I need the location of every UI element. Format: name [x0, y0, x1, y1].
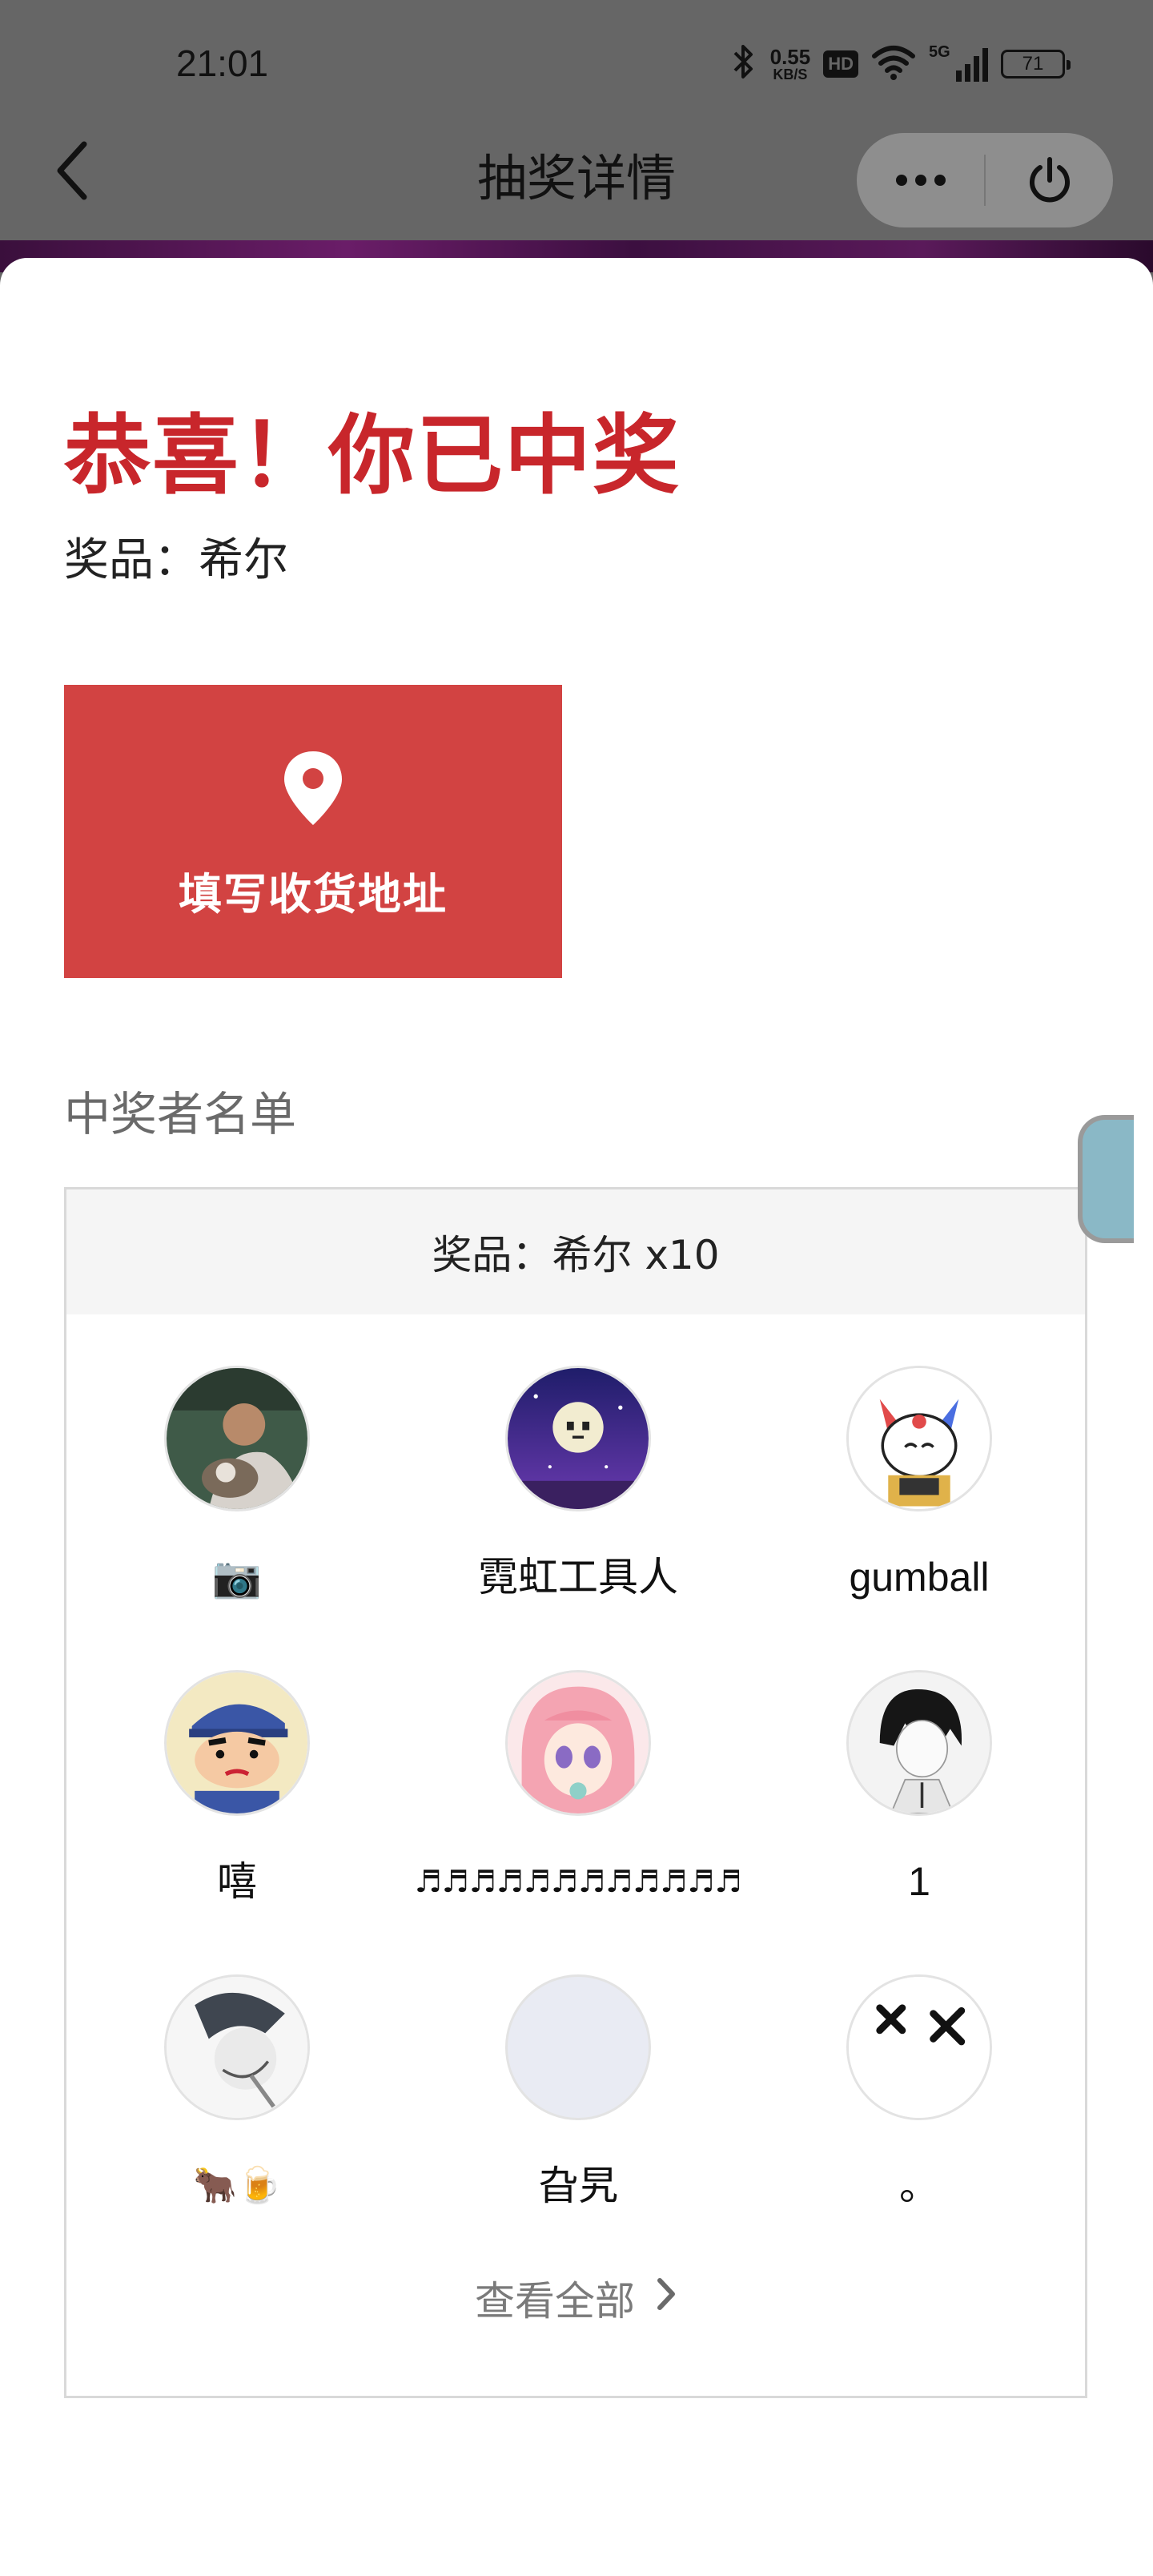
winners-heading: 中奖者名单: [64, 1087, 297, 1141]
fill-address-button[interactable]: 填写收货地址: [64, 685, 562, 978]
status-bar: 21:01 0.55 KB/S HD 5G 71: [0, 0, 1153, 128]
signal-icon: 5G: [929, 43, 988, 82]
winner-item[interactable]: ♬♬♬♬♬♬♬♬♬♬♬♬: [408, 1670, 749, 1906]
fox-cartoon-avatar: [846, 1366, 992, 1511]
manga-boy-avatar: [846, 1670, 992, 1816]
winner-item[interactable]: 。: [749, 1974, 1090, 2210]
battery-icon: 71: [1001, 50, 1071, 78]
bluetooth-icon: [730, 43, 757, 86]
moon-night-avatar: [505, 1366, 651, 1511]
winner-name: ♬♬♬♬♬♬♬♬♬♬♬♬: [414, 1864, 742, 1899]
winner-name: 📷: [211, 1554, 263, 1600]
winner-name: 1: [908, 1859, 930, 1904]
winner-item[interactable]: 旮旯: [408, 1974, 749, 2210]
network-speed-value: 0.55: [769, 45, 811, 69]
signal-generation: 5G: [929, 43, 950, 61]
more-dots-icon[interactable]: [857, 133, 984, 227]
power-icon[interactable]: [986, 133, 1113, 227]
x-eyes-avatar: [846, 1974, 992, 2120]
network-speed-unit: KB/S: [773, 66, 808, 83]
blank-avatar: [505, 1974, 651, 2120]
photo-avatar: [164, 1366, 310, 1511]
floating-side-tab[interactable]: [1078, 1115, 1134, 1243]
battery-level: 71: [1022, 53, 1044, 74]
crayon-shin-avatar: [164, 1670, 310, 1816]
winner-item[interactable]: 🐂🍺: [66, 1974, 408, 2210]
winner-name: gumball: [849, 1555, 990, 1600]
winner-name: 嘻: [217, 1858, 257, 1905]
prize-label: 奖品：希尔: [64, 534, 288, 586]
winner-name: 霓虹工具人: [478, 1554, 678, 1600]
win-headline: 恭喜！你已中奖: [64, 405, 681, 506]
mini-program-capsule: [857, 133, 1113, 227]
status-time: 21:01: [176, 42, 269, 84]
location-pin-icon: [281, 748, 345, 831]
winner-item[interactable]: gumball: [749, 1366, 1090, 1601]
winner-item[interactable]: 霓虹工具人: [408, 1366, 749, 1601]
hd-badge: HD: [823, 50, 858, 78]
winner-item[interactable]: 📷: [66, 1366, 408, 1601]
chevron-right-icon: [656, 2275, 677, 2321]
winners-list: 奖品：希尔 x10 📷 霓虹工具人 gumball 嘻 ♬♬♬♬♬♬♬♬♬♬♬♬…: [64, 1187, 1087, 2398]
view-all-link[interactable]: 查看全部: [66, 2269, 1085, 2327]
status-icons: 0.55 KB/S HD 5G 71: [730, 40, 1071, 88]
winner-name: 🐂🍺: [193, 2165, 281, 2206]
fill-address-label: 填写收货地址: [179, 868, 448, 920]
winner-name: 。: [899, 2163, 939, 2209]
winner-item[interactable]: 嘻: [66, 1670, 408, 1906]
network-speed: 0.55 KB/S: [770, 46, 811, 82]
winners-grid: 📷 霓虹工具人 gumball 嘻 ♬♬♬♬♬♬♬♬♬♬♬♬ 1 🐂🍺 旮旯 。: [66, 1189, 1085, 2396]
winner-name: 旮旯: [538, 2163, 618, 2209]
winner-item[interactable]: 1: [749, 1670, 1090, 1906]
wifi-icon: [871, 45, 916, 83]
view-all-label: 查看全部: [475, 2278, 635, 2324]
anime-girl-avatar: [505, 1670, 651, 1816]
result-sheet: 恭喜！你已中奖 奖品：希尔 填写收货地址 中奖者名单 奖品：希尔 x10 📷 霓…: [0, 258, 1153, 2576]
sketch-avatar: [164, 1974, 310, 2120]
